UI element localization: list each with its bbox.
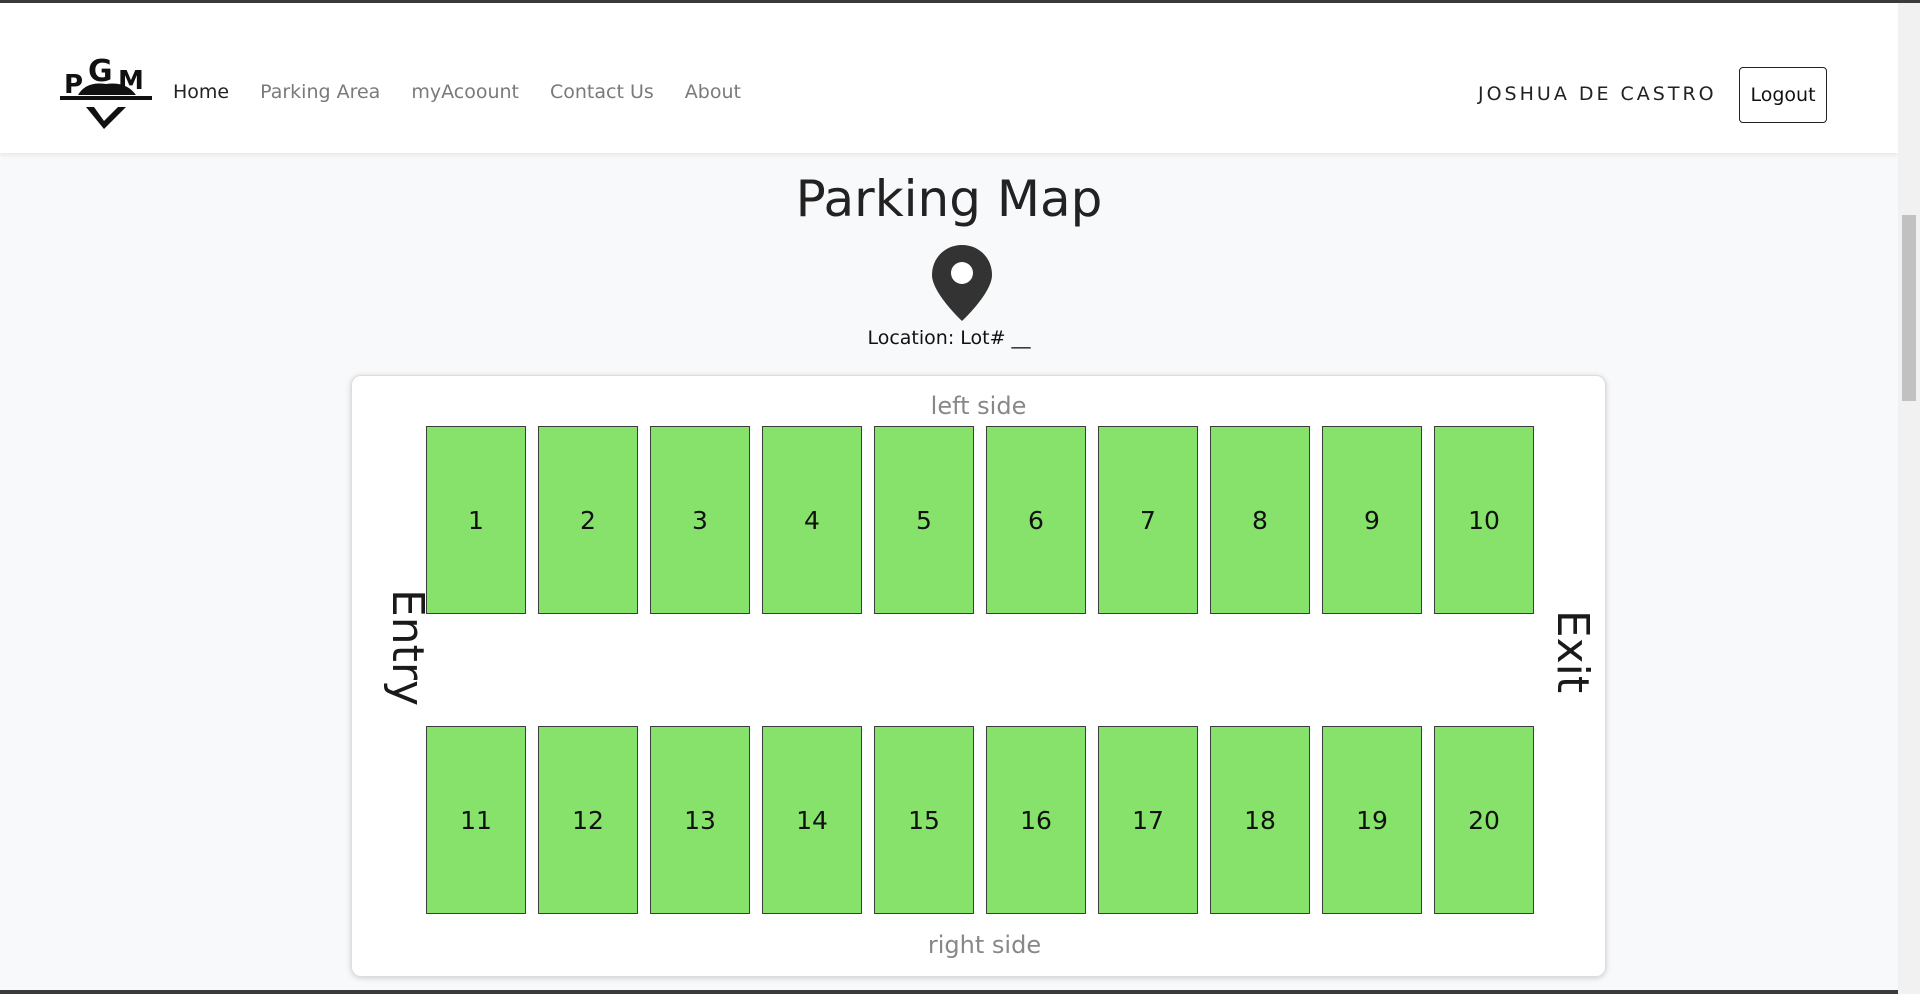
map-pin-icon	[932, 245, 992, 321]
nav-about[interactable]: About	[685, 81, 741, 103]
svg-text:P: P	[64, 70, 83, 100]
left-side-label: left side	[930, 392, 1027, 420]
pgm-logo-icon[interactable]: P G M	[56, 51, 156, 137]
scrollbar-thumb[interactable]	[1902, 215, 1916, 401]
logout-button[interactable]: Logout	[1739, 67, 1827, 123]
parking-spot[interactable]: 4	[762, 426, 862, 614]
parking-spot[interactable]: 13	[650, 726, 750, 914]
right-side-label: right side	[927, 931, 1042, 959]
page-title: Parking Map	[795, 170, 1103, 228]
parking-spot[interactable]: 3	[650, 426, 750, 614]
exit-label: Exit	[1547, 609, 1599, 694]
parking-spot[interactable]: 16	[986, 726, 1086, 914]
location-text: Location: Lot# __	[867, 327, 1031, 349]
parking-spot[interactable]: 5	[874, 426, 974, 614]
entry-label: Entry	[382, 588, 434, 707]
parking-spot[interactable]: 20	[1434, 726, 1534, 914]
scrollbar-track[interactable]	[1898, 3, 1920, 994]
parking-spot[interactable]: 15	[874, 726, 974, 914]
parking-spot[interactable]: 10	[1434, 426, 1534, 614]
parking-spot[interactable]: 8	[1210, 426, 1310, 614]
parking-spot[interactable]: 12	[538, 726, 638, 914]
parking-spot[interactable]: 17	[1098, 726, 1198, 914]
parking-spot[interactable]: 18	[1210, 726, 1310, 914]
nav-links: Home Parking Area myAcoount Contact Us A…	[173, 81, 772, 103]
parking-spot[interactable]: 7	[1098, 426, 1198, 614]
parking-spot[interactable]: 2	[538, 426, 638, 614]
parking-map: left side 1 2 3 4 5 6 7 8 9 10 Entry Exit 11 12 13 1…	[351, 375, 1606, 977]
user-name: JOSHUA DE CASTRO	[1478, 83, 1717, 105]
parking-spot[interactable]: 9	[1322, 426, 1422, 614]
nav-parking-area[interactable]: Parking Area	[260, 81, 380, 103]
parking-spot[interactable]: 14	[762, 726, 862, 914]
nav-contact-us[interactable]: Contact Us	[550, 81, 654, 103]
parking-spot[interactable]: 6	[986, 426, 1086, 614]
window-bottom-border	[0, 990, 1898, 994]
parking-spot[interactable]: 11	[426, 726, 526, 914]
nav-home[interactable]: Home	[173, 81, 229, 103]
parking-spot[interactable]: 1	[426, 426, 526, 614]
nav-my-account[interactable]: myAcoount	[411, 81, 519, 103]
parking-spot[interactable]: 19	[1322, 726, 1422, 914]
navbar: P G M Home Parking Area myAcoount Contac…	[0, 3, 1898, 153]
